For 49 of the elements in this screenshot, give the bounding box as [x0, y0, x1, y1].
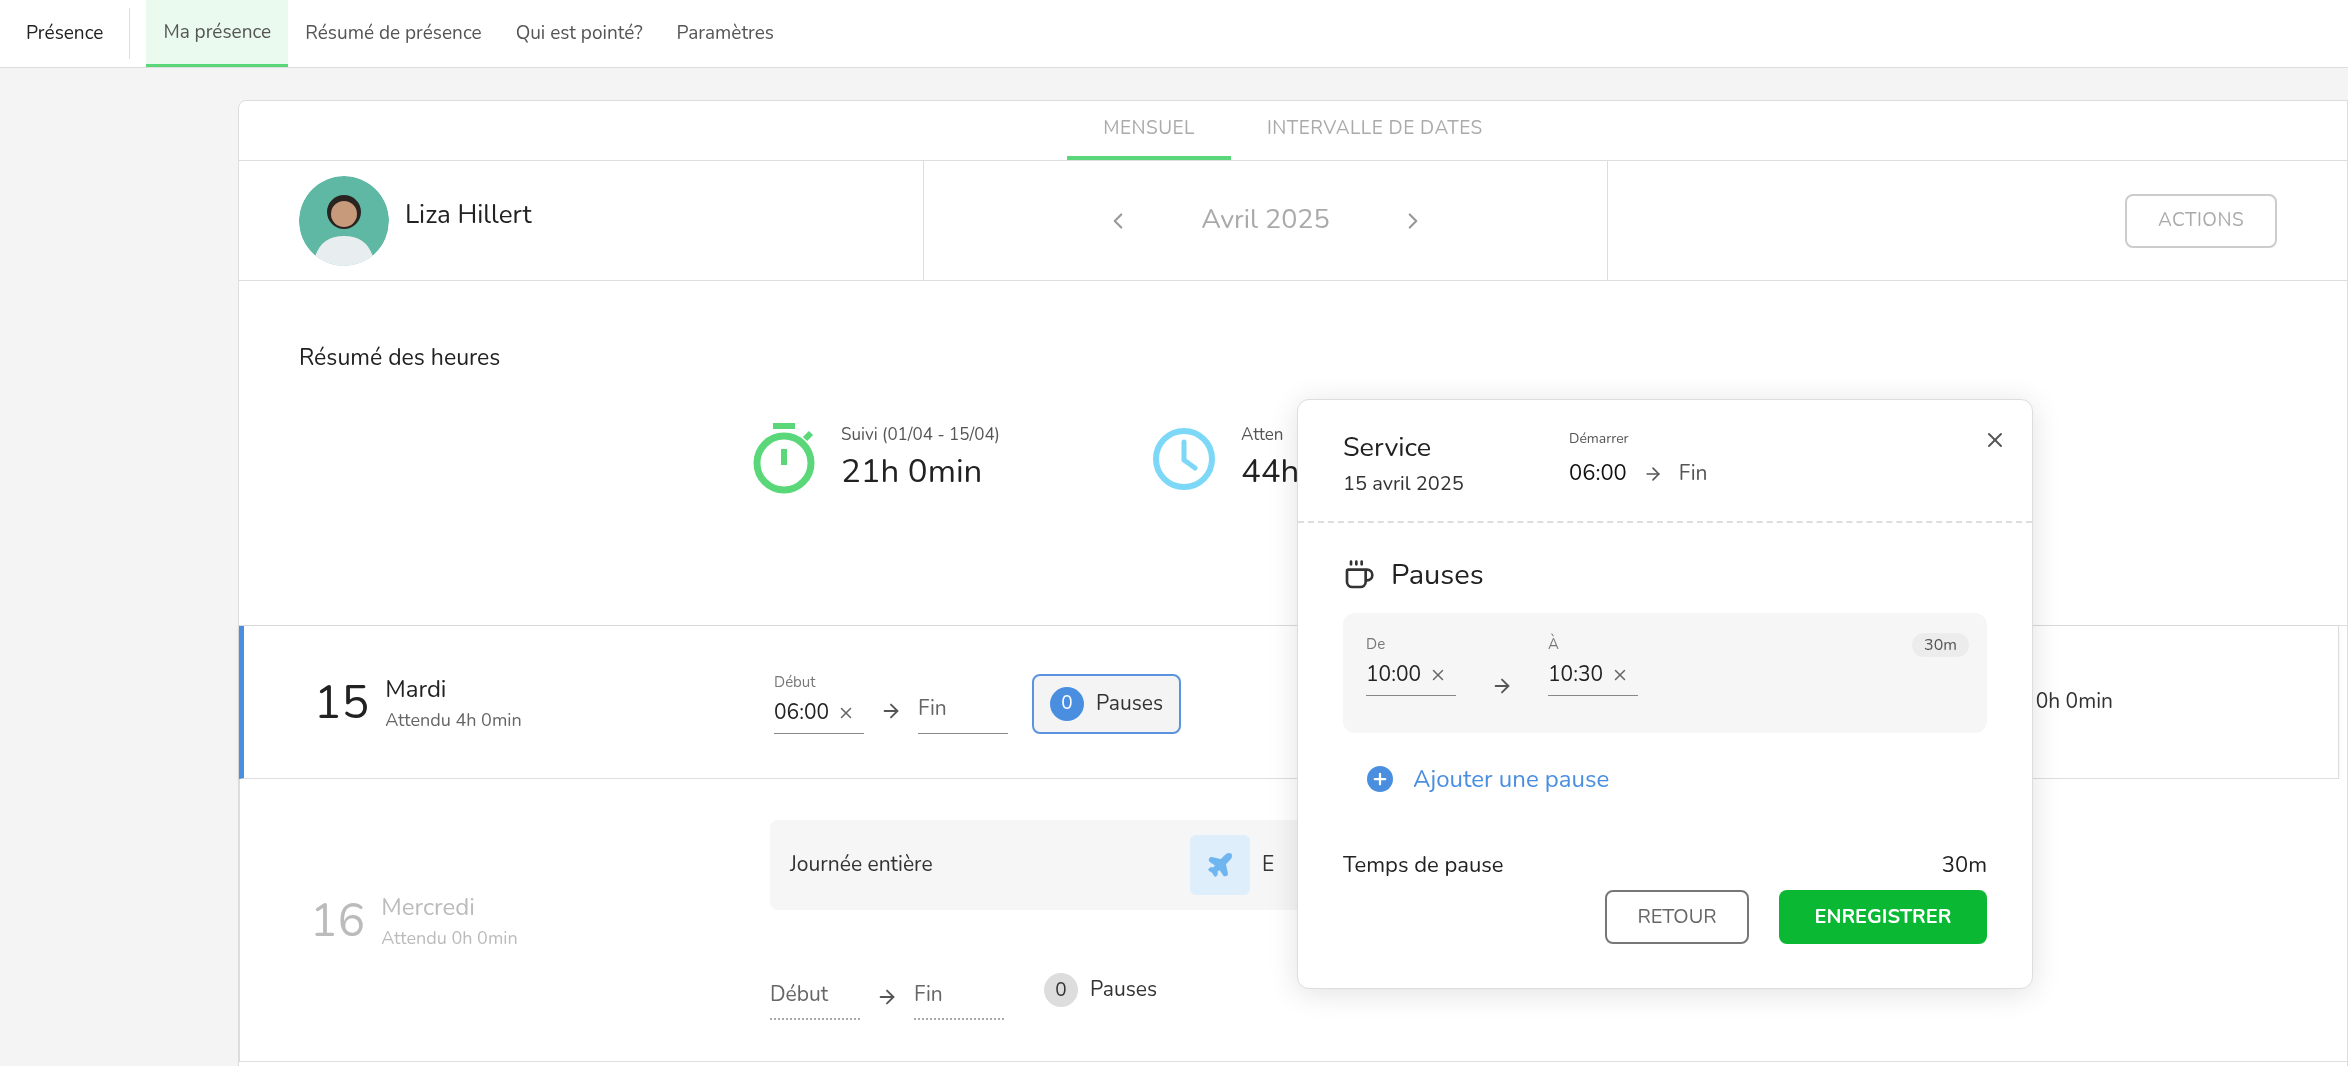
pauses-button[interactable]: 0 Pauses: [1032, 673, 1182, 734]
break-total-label: Temps de pause: [1343, 848, 1504, 882]
stat-value: 44h: [1241, 448, 1300, 496]
pauses-button[interactable]: 0 Pauses: [1028, 960, 1174, 1020]
start-time: 06:00: [1569, 457, 1627, 490]
field-label: Début: [774, 670, 817, 693]
stopwatch-icon: [751, 423, 817, 495]
expected-hours: Attendu 0h 0min: [381, 924, 518, 952]
weekday: Mardi: [385, 671, 448, 707]
expected-hours: Attendu 4h 0min: [385, 706, 522, 734]
pauses-count: 0: [1050, 686, 1084, 721]
nav-tab[interactable]: Qui est pointé?: [498, 0, 660, 67]
clock-icon: [1151, 426, 1217, 492]
nav-tab[interactable]: Paramètres: [659, 0, 791, 67]
time-field[interactable]: Fin: [918, 693, 1008, 734]
absence-label: Journée entière: [790, 849, 934, 881]
time-field[interactable]: 10:00: [1366, 659, 1456, 696]
time-field[interactable]: Fin: [914, 978, 1004, 1020]
absence-type: E: [1262, 849, 1275, 881]
popup-date: 15 avril 2025: [1343, 468, 1465, 499]
section-title: Pauses: [1391, 554, 1484, 596]
day-total: 0h 0min: [2035, 686, 2113, 718]
field-label: De: [1366, 632, 1387, 655]
summary-title: Résumé des heures: [299, 341, 502, 375]
weekday: Mercredi: [381, 889, 476, 925]
nav-tab[interactable]: Ma présence: [146, 0, 289, 67]
add-icon: [1367, 765, 1393, 792]
day-number: 15: [314, 669, 370, 736]
field-label: À: [1548, 632, 1560, 655]
duration-badge: 30m: [1912, 632, 1969, 657]
employee-name: Liza Hillert: [405, 196, 532, 234]
plane-icon: [1190, 835, 1250, 895]
break-total: 30m: [1941, 848, 1987, 882]
month-label: Avril 2025: [1201, 200, 1330, 241]
popup-title: Service: [1343, 428, 1433, 468]
day-number: 16: [310, 887, 366, 954]
time-field[interactable]: 06:00: [774, 697, 864, 734]
stat-label: Suivi (01/04 - 15/04): [841, 421, 1000, 447]
stat-label: Atten: [1241, 421, 1285, 447]
time-field[interactable]: 10:30: [1548, 659, 1638, 696]
start-label: Démarrer: [1569, 428, 1630, 449]
back-button[interactable]: RETOUR: [1605, 889, 1749, 944]
pauses-count: 0: [1044, 973, 1078, 1007]
time-field[interactable]: Début: [770, 978, 860, 1020]
stat-value: 21h 0min: [841, 448, 984, 496]
app-title: Présence: [0, 8, 131, 59]
cup-icon: [1343, 558, 1375, 591]
end-time: Fin: [1678, 457, 1708, 489]
nav-tab[interactable]: Résumé de présence: [288, 0, 499, 67]
